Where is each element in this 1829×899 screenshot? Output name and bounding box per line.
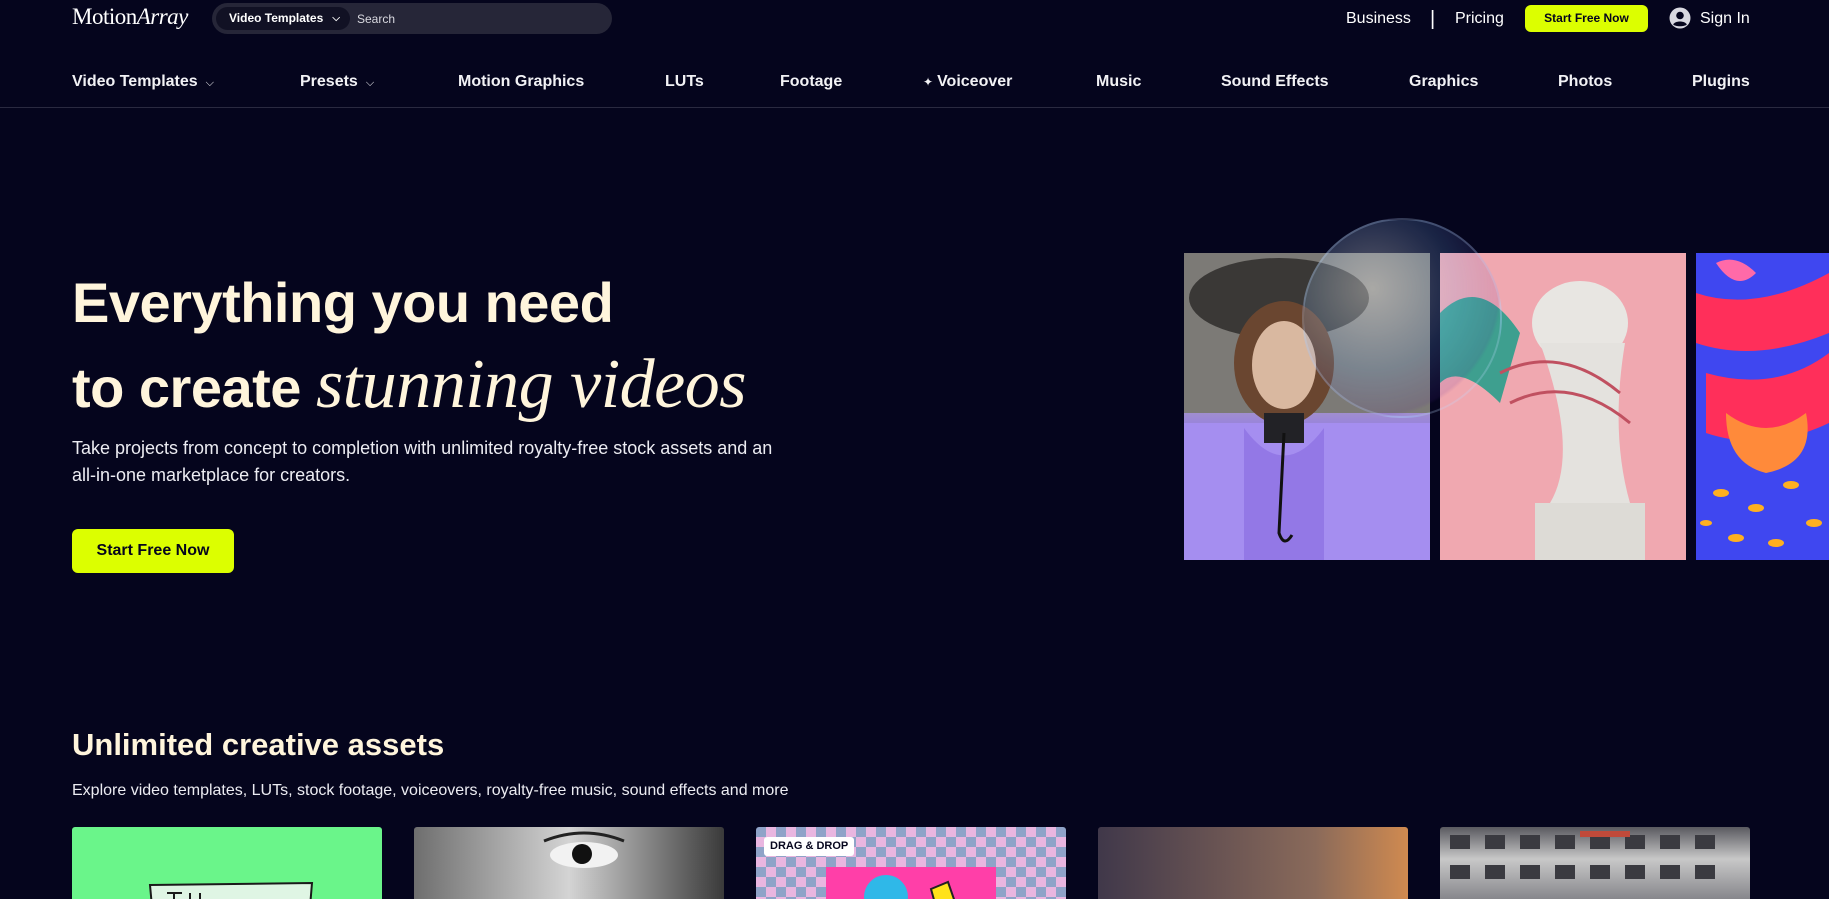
nav-item-graphics[interactable]: Graphics	[1409, 73, 1478, 91]
hero-heading-serif: stunning videos	[316, 346, 746, 423]
nav-item-sound-effects[interactable]: Sound Effects	[1221, 73, 1329, 91]
business-link[interactable]: Business	[1346, 0, 1411, 38]
section-heading: Unlimited creative assets	[72, 727, 445, 762]
asset-card-photos[interactable]	[1440, 827, 1750, 899]
asset-card-video-templates[interactable]	[72, 827, 382, 899]
logo-text-regular: Motion	[72, 4, 137, 29]
hero-start-free-now-button[interactable]: Start Free Now	[72, 529, 234, 573]
user-icon[interactable]	[1669, 7, 1691, 29]
nav-label: Plugins	[1692, 73, 1750, 90]
hero-heading-line1: Everything you need	[72, 271, 614, 334]
hero-subtitle: Take projects from concept to completion…	[72, 438, 773, 485]
nav-label: Voiceover	[937, 73, 1013, 90]
search-category-label: Video Templates	[229, 11, 324, 25]
sign-in-link[interactable]: Sign In	[1700, 0, 1750, 38]
asset-card-luts[interactable]	[414, 827, 724, 899]
drag-and-drop-badge: DRAG & DROP	[764, 837, 855, 856]
sparkle-icon: ✦	[923, 75, 934, 89]
nav-item-motion-graphics[interactable]: Motion Graphics	[458, 73, 584, 91]
nav-item-music[interactable]: Music	[1096, 73, 1141, 91]
nav-item-photos[interactable]: Photos	[1558, 73, 1612, 91]
nav-item-plugins[interactable]: Plugins	[1692, 73, 1750, 91]
nav-label: Video Templates	[72, 73, 198, 90]
hero-heading-line2: to create	[72, 356, 316, 419]
hero-heading: Everything you need to create stunning v…	[72, 262, 746, 429]
search-bar: Video Templates ⌵	[212, 3, 612, 34]
nav-label: Motion Graphics	[458, 73, 585, 90]
category-nav: Video Templates ⌵ Presets ⌵ Motion Graphic…	[0, 58, 1829, 108]
motion-array-logo[interactable]: MotionArray	[72, 4, 188, 30]
start-free-now-button[interactable]: Start Free Now	[1525, 5, 1648, 32]
search-category-dropdown[interactable]: Video Templates ⌵	[216, 7, 350, 30]
nav-item-video-templates[interactable]: Video Templates ⌵	[72, 73, 214, 91]
glass-bubble-decoration	[1302, 218, 1502, 418]
nav-item-luts[interactable]: LUTs	[665, 73, 704, 91]
nav-label: Sound Effects	[1221, 73, 1329, 90]
search-input[interactable]	[357, 3, 597, 34]
nav-label: LUTs	[665, 73, 704, 90]
top-bar: MotionArray Video Templates ⌵ Business |…	[0, 0, 1829, 38]
nav-label: Graphics	[1409, 73, 1479, 90]
chevron-down-icon: ⌵	[205, 77, 215, 89]
asset-card-drag-and-drop[interactable]: DRAG & DROP	[756, 827, 1066, 899]
nav-item-footage[interactable]: Footage	[780, 73, 842, 91]
link-divider: |	[1430, 8, 1436, 30]
logo-text-italic: Array	[136, 4, 189, 29]
chevron-down-icon: ⌵	[332, 13, 340, 24]
hero-image-abstract	[1696, 253, 1829, 560]
nav-label: Presets	[300, 73, 358, 90]
nav-label: Footage	[780, 73, 843, 90]
pricing-link[interactable]: Pricing	[1455, 0, 1504, 38]
nav-item-voiceover[interactable]: ✦ Voiceover	[923, 73, 1012, 91]
chevron-down-icon: ⌵	[365, 77, 375, 89]
section-subtitle: Explore video templates, LUTs, stock foo…	[72, 782, 789, 799]
nav-label: Photos	[1558, 73, 1613, 90]
asset-card-footage[interactable]	[1098, 827, 1408, 899]
nav-label: Music	[1096, 73, 1142, 90]
nav-item-presets[interactable]: Presets ⌵	[300, 73, 374, 91]
